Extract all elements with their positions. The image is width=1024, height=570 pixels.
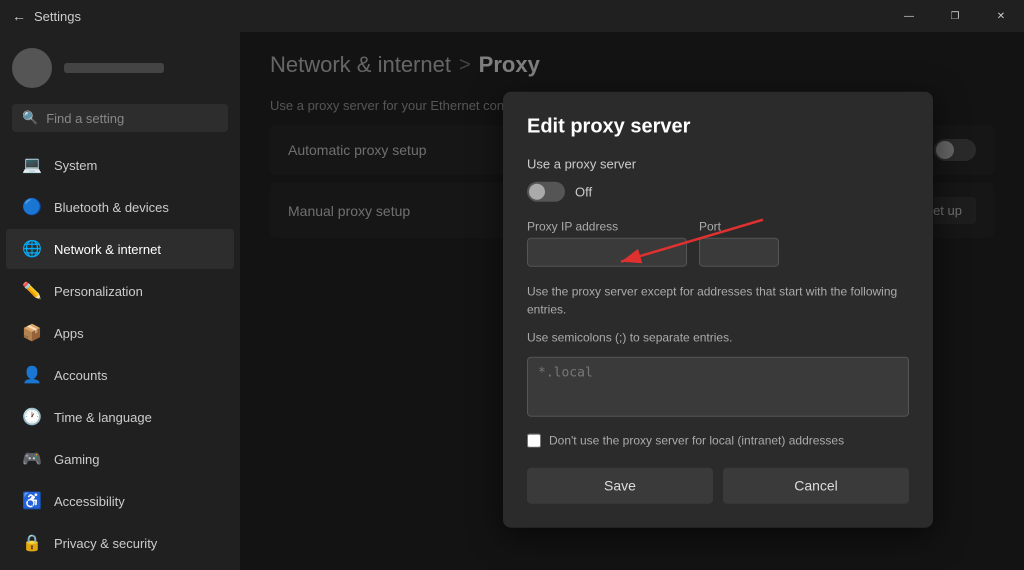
sidebar-item-label: Bluetooth & devices <box>54 200 169 215</box>
ip-group: Proxy IP address <box>527 220 687 267</box>
modal-title: Edit proxy server <box>527 116 909 139</box>
sidebar-item-label: Personalization <box>54 284 143 299</box>
avatar <box>12 48 52 88</box>
sidebar-item-network[interactable]: 🌐 Network & internet <box>6 229 234 269</box>
port-label: Port <box>699 220 779 234</box>
sidebar-item-label: Time & language <box>54 410 152 425</box>
bluetooth-icon: 🔵 <box>22 197 42 217</box>
app-container: 🔍 💻 System 🔵 Bluetooth & devices 🌐 Netwo… <box>0 32 1024 570</box>
port-group: Port <box>699 220 779 267</box>
search-icon: 🔍 <box>22 110 38 126</box>
privacy-icon: 🔒 <box>22 533 42 553</box>
system-icon: 💻 <box>22 155 42 175</box>
sidebar-item-label: System <box>54 158 97 173</box>
edit-proxy-modal: Edit proxy server Use a proxy server Off… <box>503 92 933 528</box>
sidebar-item-label: Apps <box>54 326 84 341</box>
sidebar-item-label: Gaming <box>54 452 100 467</box>
accessibility-icon: ♿ <box>22 491 42 511</box>
main-content: Network & internet > Proxy Use a proxy s… <box>240 32 1024 570</box>
save-button[interactable]: Save <box>527 468 713 504</box>
local-checkbox-label: Don't use the proxy server for local (in… <box>549 434 844 448</box>
ip-label: Proxy IP address <box>527 220 687 234</box>
local-checkbox-row: Don't use the proxy server for local (in… <box>527 434 909 448</box>
gaming-icon: 🎮 <box>22 449 42 469</box>
toggle-state-label: Off <box>575 184 592 199</box>
sidebar-item-accessibility[interactable]: ♿ Accessibility <box>6 481 234 521</box>
apps-icon: 📦 <box>22 323 42 343</box>
back-icon[interactable]: ← <box>12 8 26 24</box>
search-box[interactable]: 🔍 <box>12 104 228 132</box>
modal-actions: Save Cancel <box>527 468 909 504</box>
sidebar-item-personalization[interactable]: ✏️ Personalization <box>6 271 234 311</box>
exceptions-textarea[interactable] <box>527 357 909 417</box>
sidebar-item-gaming[interactable]: 🎮 Gaming <box>6 439 234 479</box>
sidebar-item-privacy[interactable]: 🔒 Privacy & security <box>6 523 234 563</box>
exceptions-note-line1: Use the proxy server except for addresse… <box>527 283 909 319</box>
sidebar-item-label: Accessibility <box>54 494 125 509</box>
avatar-name-placeholder <box>64 63 164 73</box>
sidebar-profile <box>0 32 240 104</box>
time-icon: 🕐 <box>22 407 42 427</box>
ip-port-row: Proxy IP address Port <box>527 220 909 267</box>
app-title: Settings <box>34 9 81 24</box>
sidebar-item-time[interactable]: 🕐 Time & language <box>6 397 234 437</box>
title-bar: ← Settings — ❐ ✕ <box>0 0 1024 32</box>
personalization-icon: ✏️ <box>22 281 42 301</box>
maximize-button[interactable]: ❐ <box>932 0 978 32</box>
sidebar-item-apps[interactable]: 📦 Apps <box>6 313 234 353</box>
cancel-button[interactable]: Cancel <box>723 468 909 504</box>
use-proxy-toggle[interactable] <box>527 182 565 202</box>
search-input[interactable] <box>46 111 218 126</box>
use-proxy-label: Use a proxy server <box>527 157 909 172</box>
network-icon: 🌐 <box>22 239 42 259</box>
title-bar-controls: — ❐ ✕ <box>886 0 1024 32</box>
proxy-ip-input[interactable] <box>527 238 687 267</box>
sidebar-item-label: Network & internet <box>54 242 161 257</box>
sidebar-item-system[interactable]: 💻 System <box>6 145 234 185</box>
minimize-button[interactable]: — <box>886 0 932 32</box>
use-proxy-toggle-row: Off <box>527 182 909 202</box>
sidebar: 🔍 💻 System 🔵 Bluetooth & devices 🌐 Netwo… <box>0 32 240 570</box>
sidebar-item-accounts[interactable]: 👤 Accounts <box>6 355 234 395</box>
sidebar-item-label: Accounts <box>54 368 107 383</box>
close-button[interactable]: ✕ <box>978 0 1024 32</box>
proxy-port-input[interactable] <box>699 238 779 267</box>
sidebar-item-label: Privacy & security <box>54 536 157 551</box>
sidebar-item-bluetooth[interactable]: 🔵 Bluetooth & devices <box>6 187 234 227</box>
local-intranet-checkbox[interactable] <box>527 434 541 448</box>
sidebar-item-windows-update[interactable]: 🔄 Windows Update <box>6 565 234 570</box>
accounts-icon: 👤 <box>22 365 42 385</box>
exceptions-note-line2: Use semicolons (;) to separate entries. <box>527 329 909 347</box>
title-bar-left: ← Settings <box>12 8 81 24</box>
